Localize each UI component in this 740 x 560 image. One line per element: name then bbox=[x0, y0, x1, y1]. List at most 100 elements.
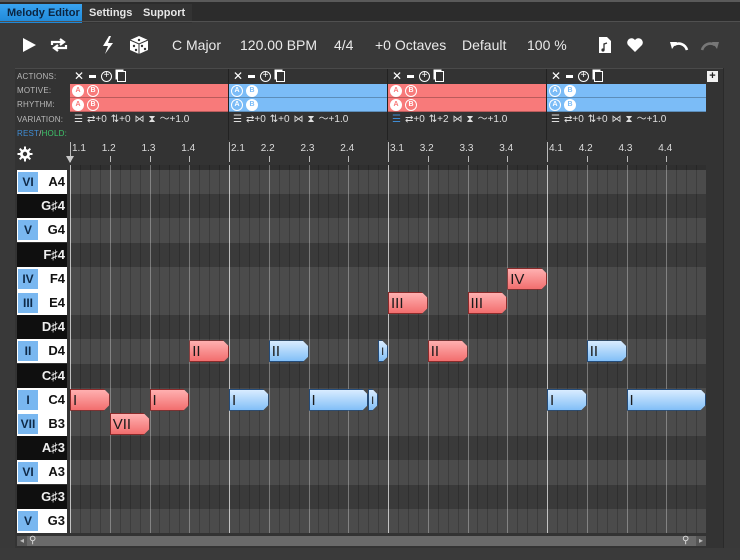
add-circle-icon[interactable]: + bbox=[260, 70, 272, 82]
delete-segment-icon[interactable]: ✕ bbox=[233, 69, 243, 83]
note-block[interactable]: I bbox=[70, 389, 110, 411]
motive-a-button[interactable]: A bbox=[72, 85, 84, 97]
transpose-value[interactable]: ⇅+0 bbox=[111, 114, 131, 126]
copy-segment-icon[interactable] bbox=[276, 70, 286, 82]
scroll-right-button[interactable]: ▸ bbox=[696, 536, 706, 546]
piano-key[interactable]: II D4 bbox=[17, 339, 67, 364]
note-block[interactable]: VII bbox=[110, 413, 150, 435]
delete-segment-icon[interactable]: ✕ bbox=[74, 69, 84, 83]
motive-b-button[interactable]: B bbox=[405, 85, 417, 97]
rhythm-b-button[interactable]: B bbox=[564, 99, 576, 111]
list-icon[interactable]: ☰ bbox=[74, 114, 83, 126]
rhythm-b-button[interactable]: B bbox=[246, 99, 258, 111]
clear-segment-icon[interactable] bbox=[89, 74, 97, 78]
curve-value[interactable]: 〜+1.0 bbox=[319, 114, 349, 126]
export-midi-button[interactable] bbox=[597, 32, 613, 58]
playhead-marker[interactable] bbox=[66, 156, 74, 163]
randomize-button[interactable] bbox=[128, 32, 150, 58]
piano-key[interactable]: VI A4 bbox=[17, 170, 67, 194]
motive-a-button[interactable]: A bbox=[390, 85, 402, 97]
preset-selector[interactable]: Default bbox=[462, 32, 506, 58]
piano-key[interactable]: V G3 bbox=[17, 508, 67, 533]
note-block[interactable]: II bbox=[189, 340, 229, 362]
invert-icon[interactable]: ⋈ bbox=[294, 114, 304, 126]
note-block[interactable]: I bbox=[150, 389, 190, 411]
rhythm-lane[interactable]: AB bbox=[70, 98, 229, 112]
motive-b-button[interactable]: B bbox=[564, 85, 576, 97]
invert-icon[interactable]: ⋈ bbox=[135, 114, 145, 126]
motive-lane[interactable]: AB bbox=[547, 84, 706, 98]
favorite-button[interactable] bbox=[625, 32, 645, 58]
curve-value[interactable]: 〜+1.0 bbox=[160, 114, 190, 126]
rhythm-a-button[interactable]: A bbox=[549, 99, 561, 111]
swap-value[interactable]: ⇄+0 bbox=[87, 114, 107, 126]
note-block[interactable]: II bbox=[428, 340, 468, 362]
motive-a-button[interactable]: A bbox=[231, 85, 243, 97]
mirror-icon[interactable]: ⧗ bbox=[626, 114, 633, 126]
tempo-field[interactable]: 120.00 BPM bbox=[240, 32, 317, 58]
add-circle-icon[interactable]: + bbox=[101, 70, 113, 82]
clear-segment-icon[interactable] bbox=[407, 74, 415, 78]
timeline-ruler[interactable]: 1.1 1.2 1.3 1.4 2.1 2.2 2.3 2.4 3.1 3.2 3.3 3.4 4.1 4… bbox=[70, 142, 706, 162]
copy-segment-icon[interactable] bbox=[435, 70, 445, 82]
transpose-value[interactable]: ⇅+2 bbox=[429, 114, 449, 126]
motive-b-button[interactable]: B bbox=[87, 85, 99, 97]
play-button[interactable] bbox=[20, 32, 38, 58]
piano-key[interactable]: IV F4 bbox=[17, 266, 67, 291]
list-icon[interactable]: ☰ bbox=[392, 114, 401, 126]
note-block[interactable]: IV bbox=[507, 268, 547, 290]
piano-key[interactable]: F♯4 bbox=[17, 242, 67, 267]
clear-segment-icon[interactable] bbox=[566, 74, 574, 78]
redo-button[interactable] bbox=[698, 32, 722, 58]
piano-key[interactable]: III E4 bbox=[17, 291, 67, 315]
invert-icon[interactable]: ⋈ bbox=[453, 114, 463, 126]
horizontal-scrollbar[interactable]: ◂ ⚲ ⚲ ▸ bbox=[17, 535, 706, 546]
copy-segment-icon[interactable] bbox=[117, 70, 127, 82]
piano-key[interactable]: C♯4 bbox=[17, 363, 67, 388]
undo-button[interactable] bbox=[667, 32, 691, 58]
rhythm-lane[interactable]: AB bbox=[547, 98, 706, 112]
add-circle-icon[interactable]: + bbox=[578, 70, 590, 82]
piano-key[interactable]: G♯3 bbox=[17, 484, 67, 509]
invert-icon[interactable]: ⋈ bbox=[612, 114, 622, 126]
loop-button[interactable] bbox=[48, 32, 70, 58]
mirror-icon[interactable]: ⧗ bbox=[467, 114, 474, 126]
rhythm-b-button[interactable]: B bbox=[405, 99, 417, 111]
motive-lane[interactable]: AB bbox=[70, 84, 229, 98]
mirror-icon[interactable]: ⧗ bbox=[149, 114, 156, 126]
add-circle-icon[interactable]: + bbox=[419, 70, 431, 82]
piano-key[interactable]: VII B3 bbox=[17, 412, 67, 436]
piano-key[interactable]: VI A3 bbox=[17, 460, 67, 485]
swap-value[interactable]: ⇄+0 bbox=[405, 114, 425, 126]
rhythm-a-button[interactable]: A bbox=[72, 99, 84, 111]
swap-value[interactable]: ⇄+0 bbox=[564, 114, 584, 126]
transpose-value[interactable]: ⇅+0 bbox=[270, 114, 290, 126]
zoom-icon-right[interactable]: ⚲ bbox=[682, 535, 689, 546]
transpose-value[interactable]: ⇅+0 bbox=[588, 114, 608, 126]
note-block[interactable]: I bbox=[229, 389, 269, 411]
octave-selector[interactable]: +0 Octaves bbox=[375, 32, 446, 58]
mirror-icon[interactable]: ⧗ bbox=[308, 114, 315, 126]
rhythm-a-button[interactable]: A bbox=[231, 99, 243, 111]
motive-a-button[interactable]: A bbox=[549, 85, 561, 97]
motive-lane[interactable]: AB bbox=[229, 84, 388, 98]
swap-value[interactable]: ⇄+0 bbox=[246, 114, 266, 126]
settings-gear-button[interactable] bbox=[17, 146, 33, 167]
piano-key[interactable]: D♯4 bbox=[17, 315, 67, 340]
add-segment-button[interactable]: + bbox=[707, 71, 718, 82]
curve-value[interactable]: 〜+1.0 bbox=[478, 114, 508, 126]
piano-key[interactable]: G♯4 bbox=[17, 194, 67, 219]
copy-segment-icon[interactable] bbox=[594, 70, 604, 82]
delete-segment-icon[interactable]: ✕ bbox=[551, 69, 561, 83]
motive-b-button[interactable]: B bbox=[246, 85, 258, 97]
note-block[interactable]: I bbox=[627, 389, 707, 411]
delete-segment-icon[interactable]: ✕ bbox=[392, 69, 402, 83]
piano-key[interactable]: V G4 bbox=[17, 218, 67, 243]
note-block[interactable]: I bbox=[547, 389, 587, 411]
piano-key[interactable]: I C4 bbox=[17, 387, 67, 412]
time-signature-selector[interactable]: 4/4 bbox=[334, 32, 353, 58]
zoom-level[interactable]: 100 % bbox=[527, 32, 567, 58]
piano-key[interactable]: A♯3 bbox=[17, 436, 67, 461]
note-block[interactable]: II bbox=[587, 340, 627, 362]
key-selector[interactable]: C Major bbox=[172, 32, 221, 58]
